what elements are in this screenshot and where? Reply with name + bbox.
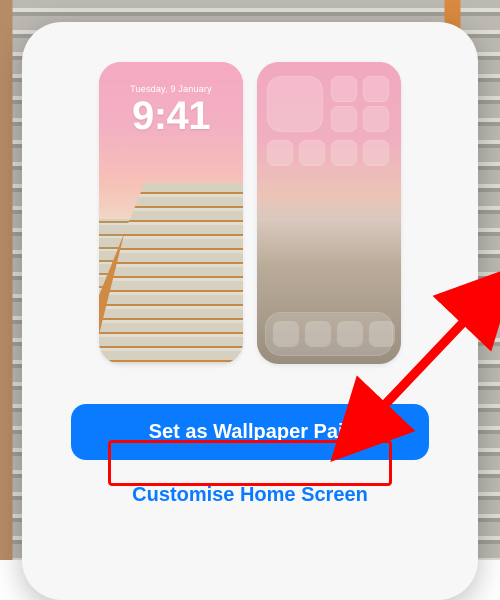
wallpaper-confirmation-sheet: Tuesday, 9 January 9:41 Set as Wallpaper… [22,22,478,600]
lock-screen-time: 9:41 [99,94,243,139]
home-dock-placeholder [265,312,393,356]
home-app-placeholder [267,140,293,166]
wallpaper-preview-row: Tuesday, 9 January 9:41 [99,62,401,364]
home-widget-placeholder [267,76,323,132]
home-app-placeholder [363,140,389,166]
dock-app-placeholder [305,321,331,347]
set-wallpaper-pair-button[interactable]: Set as Wallpaper Pair [71,404,429,460]
home-app-placeholder [363,76,389,102]
customise-home-screen-button[interactable]: Customise Home Screen [112,474,388,517]
dock-app-placeholder [337,321,363,347]
home-app-placeholder [331,106,357,132]
button-stack: Set as Wallpaper Pair Customise Home Scr… [22,404,478,517]
home-screen-preview [257,62,401,364]
home-app-placeholder [299,140,325,166]
dock-app-placeholder [369,321,395,347]
home-app-placeholder [331,76,357,102]
dock-app-placeholder [273,321,299,347]
lock-screen-date: Tuesday, 9 January [99,84,243,94]
home-app-placeholder [363,106,389,132]
lock-screen-preview: Tuesday, 9 January 9:41 [99,62,243,364]
home-app-placeholder [331,140,357,166]
